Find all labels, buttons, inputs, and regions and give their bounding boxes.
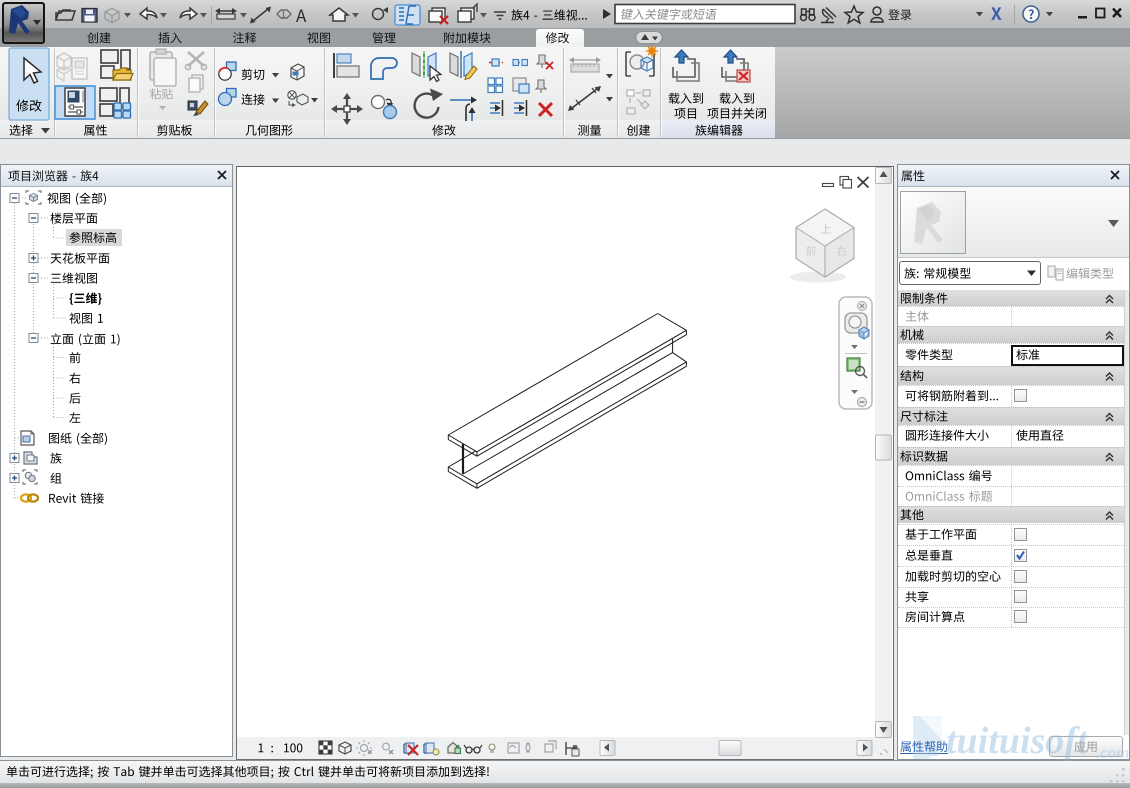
svg-text:.com: .com: [1096, 743, 1130, 762]
svg-text:tuituisoft: tuituisoft: [946, 720, 1089, 762]
